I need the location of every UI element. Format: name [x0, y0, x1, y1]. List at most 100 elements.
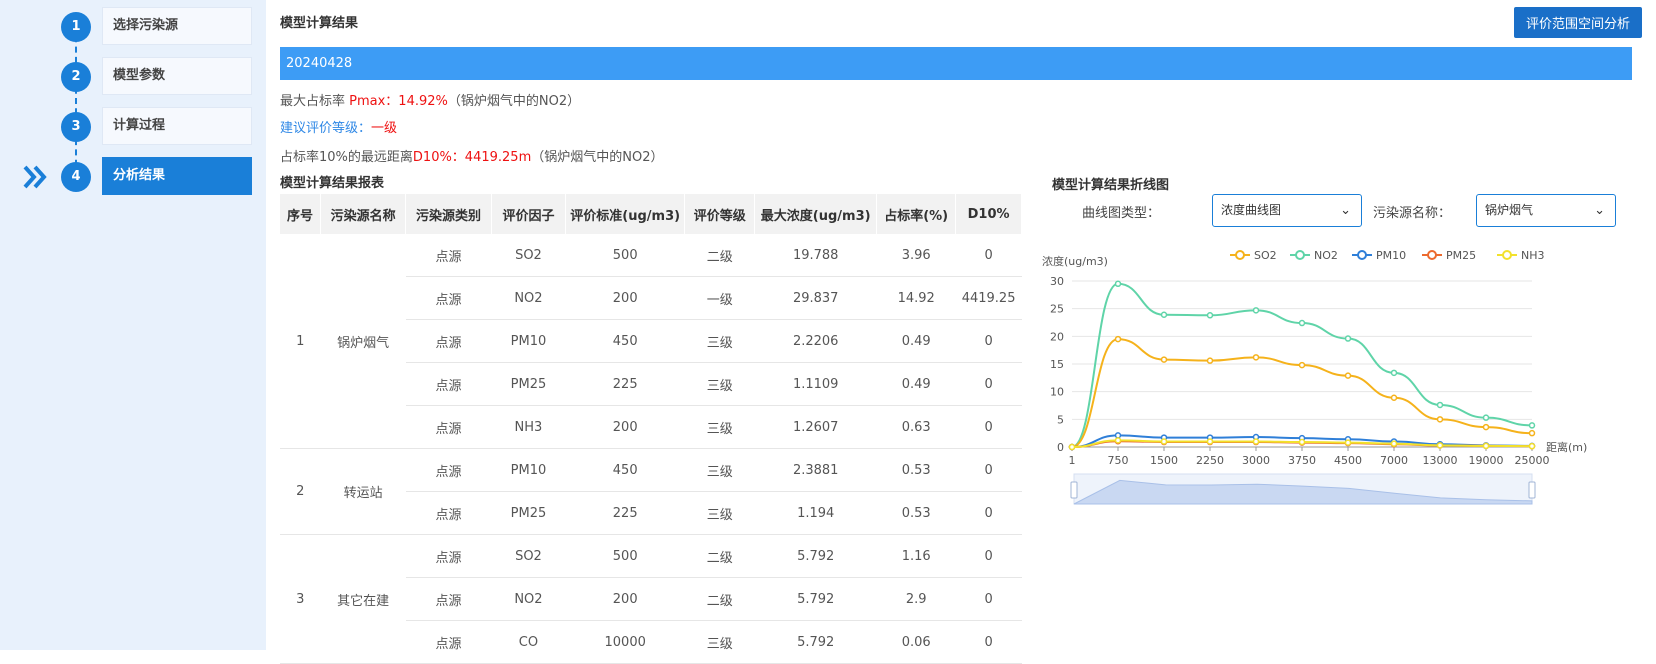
y-tick-label: 5 — [1057, 413, 1064, 426]
legend-label: NH3 — [1521, 249, 1545, 262]
y-tick-label: 25 — [1050, 303, 1064, 316]
cell: 三级 — [684, 491, 755, 535]
cell: 三级 — [684, 319, 755, 363]
step-number: 4 — [61, 162, 91, 192]
legend-marker — [1235, 250, 1245, 260]
cell: CO — [491, 620, 566, 664]
col-header: 占标率(%) — [876, 194, 957, 234]
chart-title: 模型计算结果折线图 — [1052, 178, 1170, 193]
col-header: 序号 — [280, 194, 322, 234]
cell: 500 — [565, 534, 685, 578]
cell: 点源 — [405, 491, 492, 535]
group-no: 3 — [280, 534, 321, 664]
page-title: 模型计算结果 — [280, 16, 359, 31]
curve-type-select[interactable]: 浓度曲线图 ⌄ — [1212, 194, 1362, 227]
double-chevron-right-icon — [23, 165, 47, 189]
cell: 5.792 — [754, 577, 877, 621]
cell: 1.2607 — [754, 405, 877, 449]
x-tick-label: 750 — [1108, 454, 1129, 467]
legend-marker — [1295, 250, 1305, 260]
cell: 0 — [955, 405, 1022, 449]
cell: 0.06 — [876, 620, 956, 664]
data-point-so2 — [1344, 372, 1352, 379]
d10-info: 占标率10%的最远距离D10%：4419.25m（锅炉烟气中的NO2） — [280, 146, 663, 165]
x-tick-label: 3000 — [1242, 454, 1270, 467]
step-label[interactable]: 模型参数 — [102, 57, 252, 95]
pmax-suffix: （锅炉烟气中的NO2） — [447, 94, 581, 109]
main-content: 模型计算结果 评价范围空间分析 20240428 最大占标率 Pmax：14.9… — [280, 0, 1656, 664]
source-select[interactable]: 锅炉烟气 ⌄ — [1476, 194, 1616, 227]
cell: 二级 — [684, 577, 755, 621]
step-select-source[interactable]: 1 选择污染源 — [0, 7, 266, 47]
step-number: 3 — [61, 112, 91, 142]
cell: 1.1109 — [754, 362, 877, 406]
curve-type-value: 浓度曲线图 — [1221, 203, 1282, 217]
cell: 200 — [565, 577, 685, 621]
group-no: 2 — [280, 448, 321, 535]
step-label[interactable]: 计算过程 — [102, 107, 252, 145]
spatial-analysis-button[interactable]: 评价范围空间分析 — [1514, 7, 1642, 38]
cell: 1.194 — [754, 491, 877, 535]
cell: SO2 — [491, 234, 566, 277]
step-sidebar: 1 选择污染源 2 模型参数 3 计算过程 4 分析结果 — [0, 0, 266, 650]
step-connector — [75, 26, 77, 176]
cell: 29.837 — [754, 276, 877, 320]
y-tick-label: 20 — [1050, 330, 1064, 343]
y-tick-label: 30 — [1050, 275, 1064, 288]
step-calc-process[interactable]: 3 计算过程 — [0, 107, 266, 147]
col-header: 最大浓度(ug/m3) — [754, 194, 878, 234]
step-model-params[interactable]: 2 模型参数 — [0, 57, 266, 97]
chevron-down-icon: ⌄ — [1594, 203, 1605, 218]
table-row: 2 转运站 点源 PM10 450 三级 2.3881 0.53 0 — [280, 448, 1022, 535]
zoom-handle-right — [1528, 481, 1536, 499]
step-number: 1 — [61, 12, 91, 42]
x-tick-label: 1500 — [1150, 454, 1178, 467]
pmax-value: Pmax：14.92% — [349, 94, 448, 109]
cell: PM10 — [491, 319, 566, 363]
table-header-row: 序号 污染源名称 污染源类别 评价因子 评价标准(ug/m3) 评价等级 最大浓… — [280, 194, 1022, 234]
data-point-nh3 — [1436, 442, 1444, 449]
x-tick-label: 4500 — [1334, 454, 1362, 467]
curve-type-label: 曲线图类型： — [1082, 206, 1161, 221]
level-prefix: 建议评价等级： — [280, 121, 372, 136]
cell: NH3 — [491, 405, 566, 449]
d10-value: D10%：4419.25m — [412, 150, 532, 165]
cell: 14.92 — [876, 276, 956, 320]
x-tick-label: 25000 — [1515, 454, 1550, 467]
table-row: 3 其它在建 点源 SO2 500 二级 5.792 1.16 0 — [280, 534, 1022, 664]
data-point-so2 — [1436, 416, 1444, 423]
cell: 500 — [565, 234, 685, 277]
legend-marker — [1502, 250, 1512, 260]
y-tick-label: 0 — [1057, 441, 1064, 454]
data-point-nh3 — [1390, 440, 1398, 447]
data-point-no2 — [1206, 312, 1214, 319]
cell: 450 — [565, 319, 685, 363]
step-label[interactable]: 分析结果 — [102, 157, 252, 195]
y-axis-label: 浓度(ug/m3) — [1042, 254, 1108, 268]
line-chart[interactable]: 浓度(ug/m3) 0 5 10 15 20 25 30 1 750 1500 2250 3000 375… — [1042, 248, 1632, 538]
cell: 10000 — [565, 620, 685, 664]
cell: 225 — [565, 491, 685, 535]
data-point-no2 — [1436, 401, 1444, 409]
x-axis-label: 距离(m) — [1546, 440, 1587, 454]
cell: 3.96 — [876, 234, 956, 277]
legend-label: PM10 — [1376, 249, 1406, 262]
data-point-nh3 — [1298, 438, 1306, 446]
cell: PM25 — [491, 362, 566, 406]
data-point-no2 — [1390, 369, 1398, 377]
step-number: 2 — [61, 62, 91, 92]
cell: 0 — [955, 620, 1022, 664]
cell: PM10 — [491, 448, 566, 492]
data-point-nh3 — [1206, 438, 1214, 445]
cell: 点源 — [405, 276, 492, 320]
step-label[interactable]: 选择污染源 — [102, 7, 252, 45]
data-point-so2 — [1528, 429, 1536, 437]
legend-marker — [1427, 250, 1437, 260]
cell: 0.49 — [876, 362, 956, 406]
cell: 点源 — [405, 534, 492, 578]
cell: 点源 — [405, 448, 492, 492]
cell: 0 — [955, 448, 1022, 492]
legend-label: PM25 — [1446, 249, 1476, 262]
group-name: 锅炉烟气 — [320, 234, 406, 449]
cell: 5.792 — [754, 534, 877, 578]
